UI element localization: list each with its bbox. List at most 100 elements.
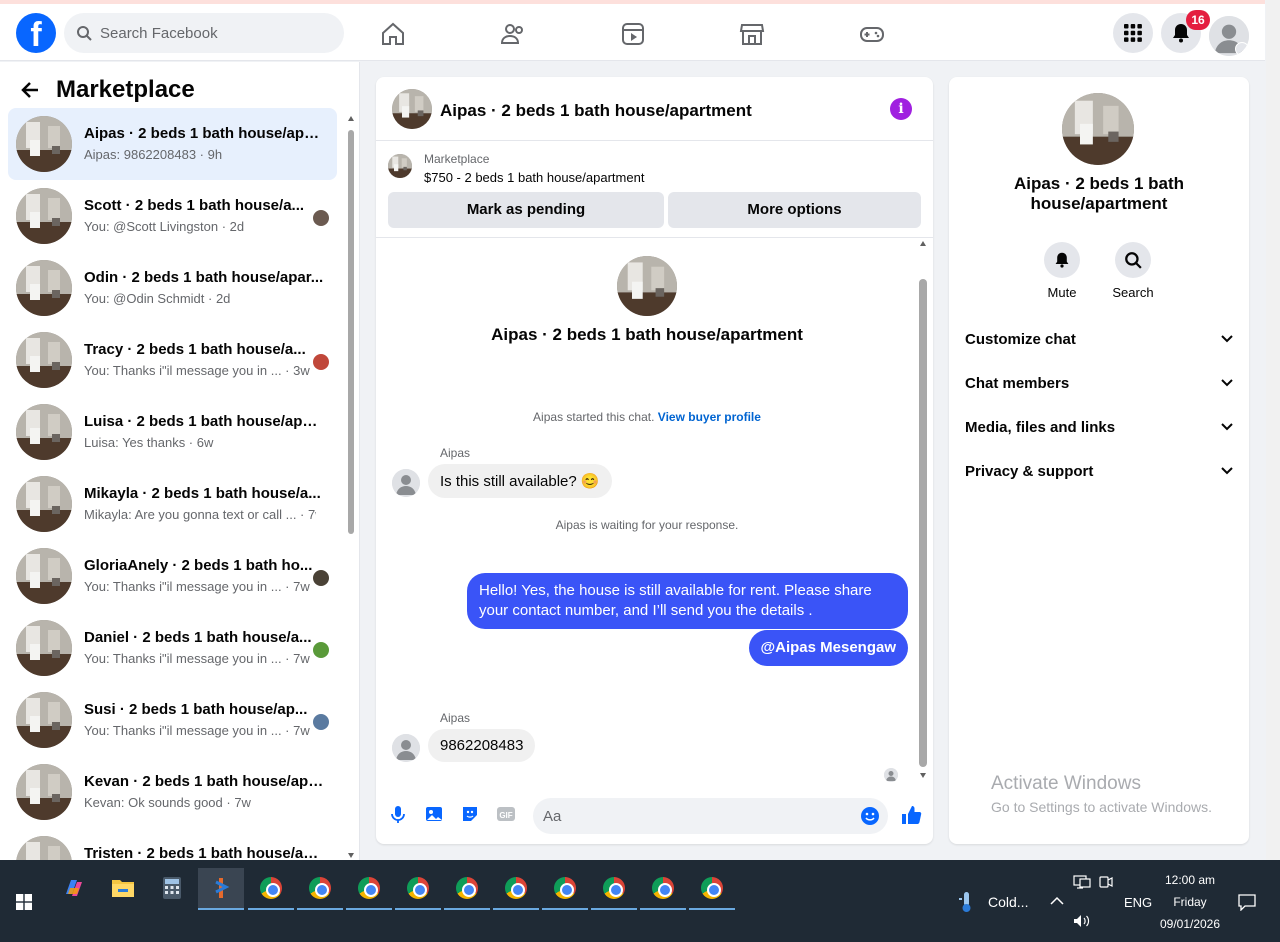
search-input[interactable] bbox=[100, 24, 320, 42]
view-buyer-profile-link[interactable]: View buyer profile bbox=[658, 410, 761, 424]
message-thread: Aipas · 2 beds 1 bath house/apartment Ai… bbox=[376, 239, 933, 784]
file-explorer-app[interactable] bbox=[100, 868, 146, 908]
video-icon[interactable] bbox=[620, 21, 646, 47]
meet-now-icon[interactable] bbox=[1099, 874, 1113, 890]
sidebar-scrollbar[interactable] bbox=[346, 114, 356, 860]
conversation-item[interactable]: Kevan · 2 beds 1 bath house/apa... Kevan… bbox=[8, 756, 337, 828]
thread-scrollbar[interactable] bbox=[917, 239, 929, 784]
chrome-window[interactable] bbox=[640, 868, 686, 910]
message-input-box[interactable] bbox=[533, 798, 888, 834]
microphone-icon[interactable] bbox=[388, 804, 408, 824]
facebook-logo-icon[interactable]: f bbox=[16, 13, 56, 53]
chrome-window[interactable] bbox=[591, 868, 637, 910]
chrome-window[interactable] bbox=[248, 868, 294, 910]
chat-title[interactable]: Aipas · 2 beds 1 bath house/apartment bbox=[440, 101, 752, 121]
outgoing-message[interactable]: Hello! Yes, the house is still available… bbox=[467, 573, 908, 629]
conversation-name: Tracy · 2 beds 1 bath house/a... bbox=[84, 341, 306, 358]
chrome-window[interactable] bbox=[542, 868, 588, 910]
conversation-item[interactable]: Tristen · 2 beds 1 bath house/ap... bbox=[8, 828, 337, 860]
conversation-preview: Aipas: 9862208483 · 9h bbox=[84, 147, 223, 162]
privacy-support-row[interactable]: Privacy & support bbox=[965, 455, 1233, 487]
gif-icon[interactable]: GIF bbox=[496, 804, 516, 824]
chrome-window[interactable] bbox=[444, 868, 490, 910]
section-label: Privacy & support bbox=[965, 462, 1094, 480]
details-title: Aipas · 2 beds 1 bath house/apartment bbox=[1013, 174, 1185, 213]
chevron-up-icon[interactable] bbox=[1050, 896, 1064, 906]
conversation-item[interactable]: Daniel · 2 beds 1 bath house/a... You: T… bbox=[8, 612, 337, 684]
sender-avatar[interactable] bbox=[392, 734, 420, 762]
conversation-item[interactable]: Scott · 2 beds 1 bath house/a... You: @S… bbox=[8, 180, 337, 252]
chat-avatar[interactable] bbox=[392, 89, 432, 129]
chat-panel: Aipas · 2 beds 1 bath house/apartment i … bbox=[376, 77, 933, 844]
chrome-window[interactable] bbox=[346, 868, 392, 910]
conversation-item[interactable]: Mikayla · 2 beds 1 bath house/a... Mikay… bbox=[8, 468, 337, 540]
home-icon[interactable] bbox=[380, 21, 406, 47]
incoming-message[interactable]: Is this still available? 😊 bbox=[428, 464, 612, 498]
activate-windows-watermark: Activate Windows Go to Settings to activ… bbox=[991, 773, 1212, 815]
sidebar-header: Marketplace bbox=[20, 76, 195, 104]
profile-avatar[interactable] bbox=[1209, 16, 1249, 56]
clock-day[interactable]: Friday bbox=[1160, 895, 1220, 909]
search-label: Search bbox=[1112, 285, 1154, 300]
folder-icon bbox=[112, 880, 134, 897]
back-arrow-icon[interactable] bbox=[20, 80, 40, 100]
gaming-icon[interactable] bbox=[859, 21, 885, 47]
more-options-button[interactable]: More options bbox=[668, 192, 921, 228]
notification-center-icon[interactable] bbox=[1238, 893, 1256, 911]
message-input[interactable] bbox=[543, 798, 843, 834]
emoji-icon[interactable] bbox=[860, 806, 880, 826]
friends-icon[interactable] bbox=[500, 21, 526, 47]
thumbs-up-icon[interactable] bbox=[900, 804, 922, 826]
windows-start-icon[interactable] bbox=[16, 894, 32, 910]
chrome-icon bbox=[603, 877, 625, 899]
windows-taskbar: Cold... ENG 12:00 am Friday 09/01/2026 bbox=[0, 860, 1280, 942]
incoming-message[interactable]: 9862208483 bbox=[428, 729, 536, 762]
network-icon[interactable] bbox=[1073, 874, 1091, 890]
sidebar-title: Marketplace bbox=[56, 76, 195, 103]
pinned-app[interactable] bbox=[198, 868, 244, 910]
read-receipt-avatar bbox=[884, 768, 898, 782]
conversation-name: Susi · 2 beds 1 bath house/ap... bbox=[84, 701, 308, 718]
sender-avatar[interactable] bbox=[392, 469, 420, 497]
clock-time[interactable]: 12:00 am bbox=[1160, 873, 1220, 887]
listing-title[interactable]: $750 - 2 beds 1 bath house/apartment bbox=[424, 170, 644, 185]
conversation-item[interactable]: Susi · 2 beds 1 bath house/ap... You: Th… bbox=[8, 684, 337, 756]
marketplace-icon[interactable] bbox=[739, 21, 765, 47]
copilot-app[interactable] bbox=[51, 868, 97, 908]
mark-as-pending-button[interactable]: Mark as pending bbox=[388, 192, 664, 228]
chrome-window[interactable] bbox=[689, 868, 735, 910]
conversation-item[interactable]: Aipas · 2 beds 1 bath house/apa... Aipas… bbox=[8, 108, 337, 180]
conversation-item[interactable]: Odin · 2 beds 1 bath house/apar... You: … bbox=[8, 252, 337, 324]
conversation-item[interactable]: Tracy · 2 beds 1 bath house/a... You: Th… bbox=[8, 324, 337, 396]
chrome-window[interactable] bbox=[297, 868, 343, 910]
clock-date[interactable]: 09/01/2026 bbox=[1158, 917, 1222, 931]
search-in-chat-button[interactable]: Search bbox=[1103, 242, 1163, 300]
chrome-window[interactable] bbox=[395, 868, 441, 910]
weather-label[interactable]: Cold... bbox=[988, 894, 1028, 910]
search-box[interactable] bbox=[64, 13, 344, 53]
seen-avatar bbox=[313, 642, 329, 658]
listing-thumbnail bbox=[16, 260, 72, 316]
listing-thumbnail bbox=[16, 620, 72, 676]
outgoing-mention[interactable]: @Aipas Mesengaw bbox=[748, 630, 908, 666]
language-indicator[interactable]: ENG bbox=[1124, 895, 1152, 910]
volume-icon[interactable] bbox=[1073, 913, 1091, 929]
mute-button[interactable]: Mute bbox=[1032, 242, 1092, 300]
media-files-links-row[interactable]: Media, files and links bbox=[965, 411, 1233, 443]
photo-icon[interactable] bbox=[424, 804, 444, 824]
sticker-icon[interactable] bbox=[460, 804, 480, 824]
conversation-preview: You: Thanks i"il message you in ... · 7w bbox=[84, 651, 310, 666]
customize-chat-row[interactable]: Customize chat bbox=[965, 323, 1233, 355]
chrome-window[interactable] bbox=[493, 868, 539, 910]
info-icon[interactable]: i bbox=[890, 98, 912, 120]
calculator-app[interactable] bbox=[149, 868, 195, 908]
conversation-item[interactable]: Luisa · 2 beds 1 bath house/apar... Luis… bbox=[8, 396, 337, 468]
page-scrollbar[interactable] bbox=[1266, 0, 1280, 860]
conversation-item[interactable]: GloriaAnely · 2 beds 1 bath ho... You: T… bbox=[8, 540, 337, 612]
section-label: Customize chat bbox=[965, 330, 1076, 348]
chat-members-row[interactable]: Chat members bbox=[965, 367, 1233, 399]
notification-badge: 16 bbox=[1186, 10, 1210, 30]
seen-avatar bbox=[313, 570, 329, 586]
menu-button[interactable] bbox=[1113, 13, 1153, 53]
thread-avatar bbox=[617, 256, 677, 316]
